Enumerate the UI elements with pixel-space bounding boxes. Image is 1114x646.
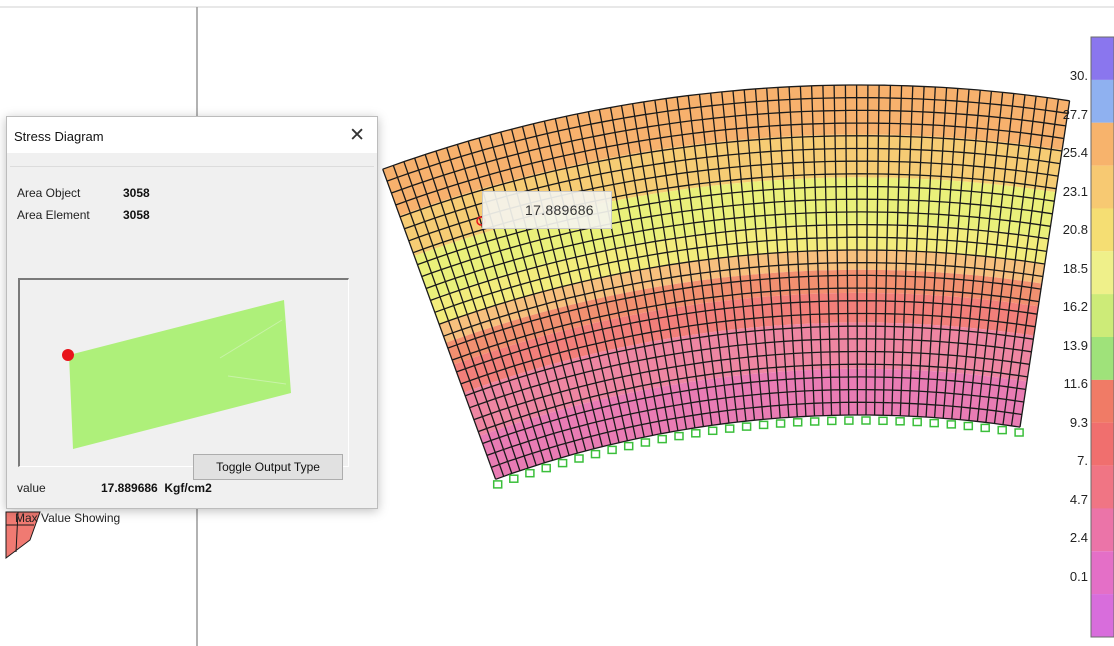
support-icon: [509, 474, 519, 483]
support-icon: [963, 421, 974, 431]
support-icon: [557, 458, 568, 468]
selected-point-marker: [62, 349, 74, 361]
legend-color-swatch: [1091, 165, 1114, 209]
support-icon: [912, 417, 922, 427]
support-icon: [741, 422, 752, 431]
support-icon: [691, 429, 701, 438]
support-icon: [878, 416, 888, 426]
support-icon: [657, 434, 667, 444]
legend-color-swatch: [1091, 551, 1114, 595]
legend-value-label: 9.3: [1069, 414, 1088, 430]
support-icon: [775, 419, 786, 428]
legend-value-label: 13.9: [1062, 337, 1088, 353]
legend-value-label: 25.4: [1062, 145, 1088, 160]
support-icon: [946, 420, 957, 429]
dialog-title: Stress Diagram: [14, 129, 104, 144]
support-icon: [590, 449, 601, 459]
area-object-label: Area Object: [17, 186, 81, 200]
legend-color-swatch: [1091, 337, 1114, 380]
legend-color-swatch: [1091, 422, 1114, 466]
legend-value-label: 11.6: [1063, 376, 1088, 391]
legend-color-swatch: [1091, 79, 1114, 123]
area-element-value: 3058: [123, 208, 150, 222]
toggle-output-type-button[interactable]: Toggle Output Type: [193, 454, 343, 480]
element-preview: [18, 278, 349, 467]
legend-value-label: 2.4: [1069, 530, 1088, 545]
legend-value-label: 18.5: [1062, 260, 1088, 276]
support-icon: [844, 416, 854, 425]
element-shape-preview: [62, 300, 291, 449]
legend-color-swatch: [1091, 208, 1114, 252]
area-element-label: Area Element: [17, 208, 90, 222]
legend-color-swatch: [1091, 379, 1114, 423]
close-icon[interactable]: ✕: [349, 124, 365, 147]
dialog-body: Area Object 3058 Area Element 3058 value…: [10, 166, 374, 525]
legend-value-label: 4.7: [1069, 491, 1088, 507]
legend-color-swatch: [1091, 508, 1114, 552]
stress-diagram-dialog: Stress Diagram ✕ Area Object 3058 Area E…: [6, 116, 378, 525]
stress-value: 17.889686 Kgf/cm2: [101, 481, 212, 495]
legend-value-label: 20.8: [1062, 222, 1088, 237]
support-icon: [895, 417, 905, 426]
support-icon: [724, 424, 735, 433]
legend-color-swatch: [1091, 37, 1114, 80]
legend-color-swatch: [1091, 594, 1114, 638]
support-icon: [929, 418, 939, 428]
legend-color-swatch: [1091, 465, 1114, 509]
legend-value-label: 30.: [1069, 68, 1088, 83]
support-icon: [792, 418, 803, 427]
legend-color-swatch: [1091, 122, 1114, 166]
area-element-shape: [69, 300, 291, 449]
support-icon: [758, 420, 769, 430]
support-icon: [640, 438, 651, 447]
support-icon: [707, 426, 718, 436]
support-icon: [809, 417, 820, 426]
legend-color-swatch: [1091, 251, 1114, 295]
support-icon: [574, 454, 584, 463]
support-icon: [492, 480, 503, 489]
legend-color-swatch: [1091, 294, 1114, 338]
support-icon: [980, 423, 990, 433]
status-text: Max Value Showing: [15, 511, 121, 525]
legend-value-label: 7.: [1077, 453, 1088, 468]
support-icon: [997, 425, 1007, 435]
support-icon: [827, 416, 837, 426]
support-icon: [623, 441, 634, 451]
support-icon: [861, 416, 871, 425]
support-icon: [674, 431, 684, 441]
support-icon: [525, 468, 535, 478]
legend-value-label: 0.1: [1069, 568, 1088, 584]
legend-value-label: 23.1: [1062, 183, 1088, 199]
point-value-tooltip: 17.889686: [482, 191, 612, 229]
mesh-line: [855, 84, 859, 416]
area-object-value: 3058: [123, 186, 150, 200]
support-icon: [607, 445, 617, 455]
support-icon: [1014, 428, 1024, 437]
dialog-titlebar[interactable]: Stress Diagram ✕: [7, 117, 377, 153]
legend-value-label: 16.2: [1062, 299, 1088, 314]
value-label: value: [17, 481, 46, 495]
legend-value-label: 27.7: [1062, 106, 1088, 122]
support-icon: [541, 463, 551, 473]
